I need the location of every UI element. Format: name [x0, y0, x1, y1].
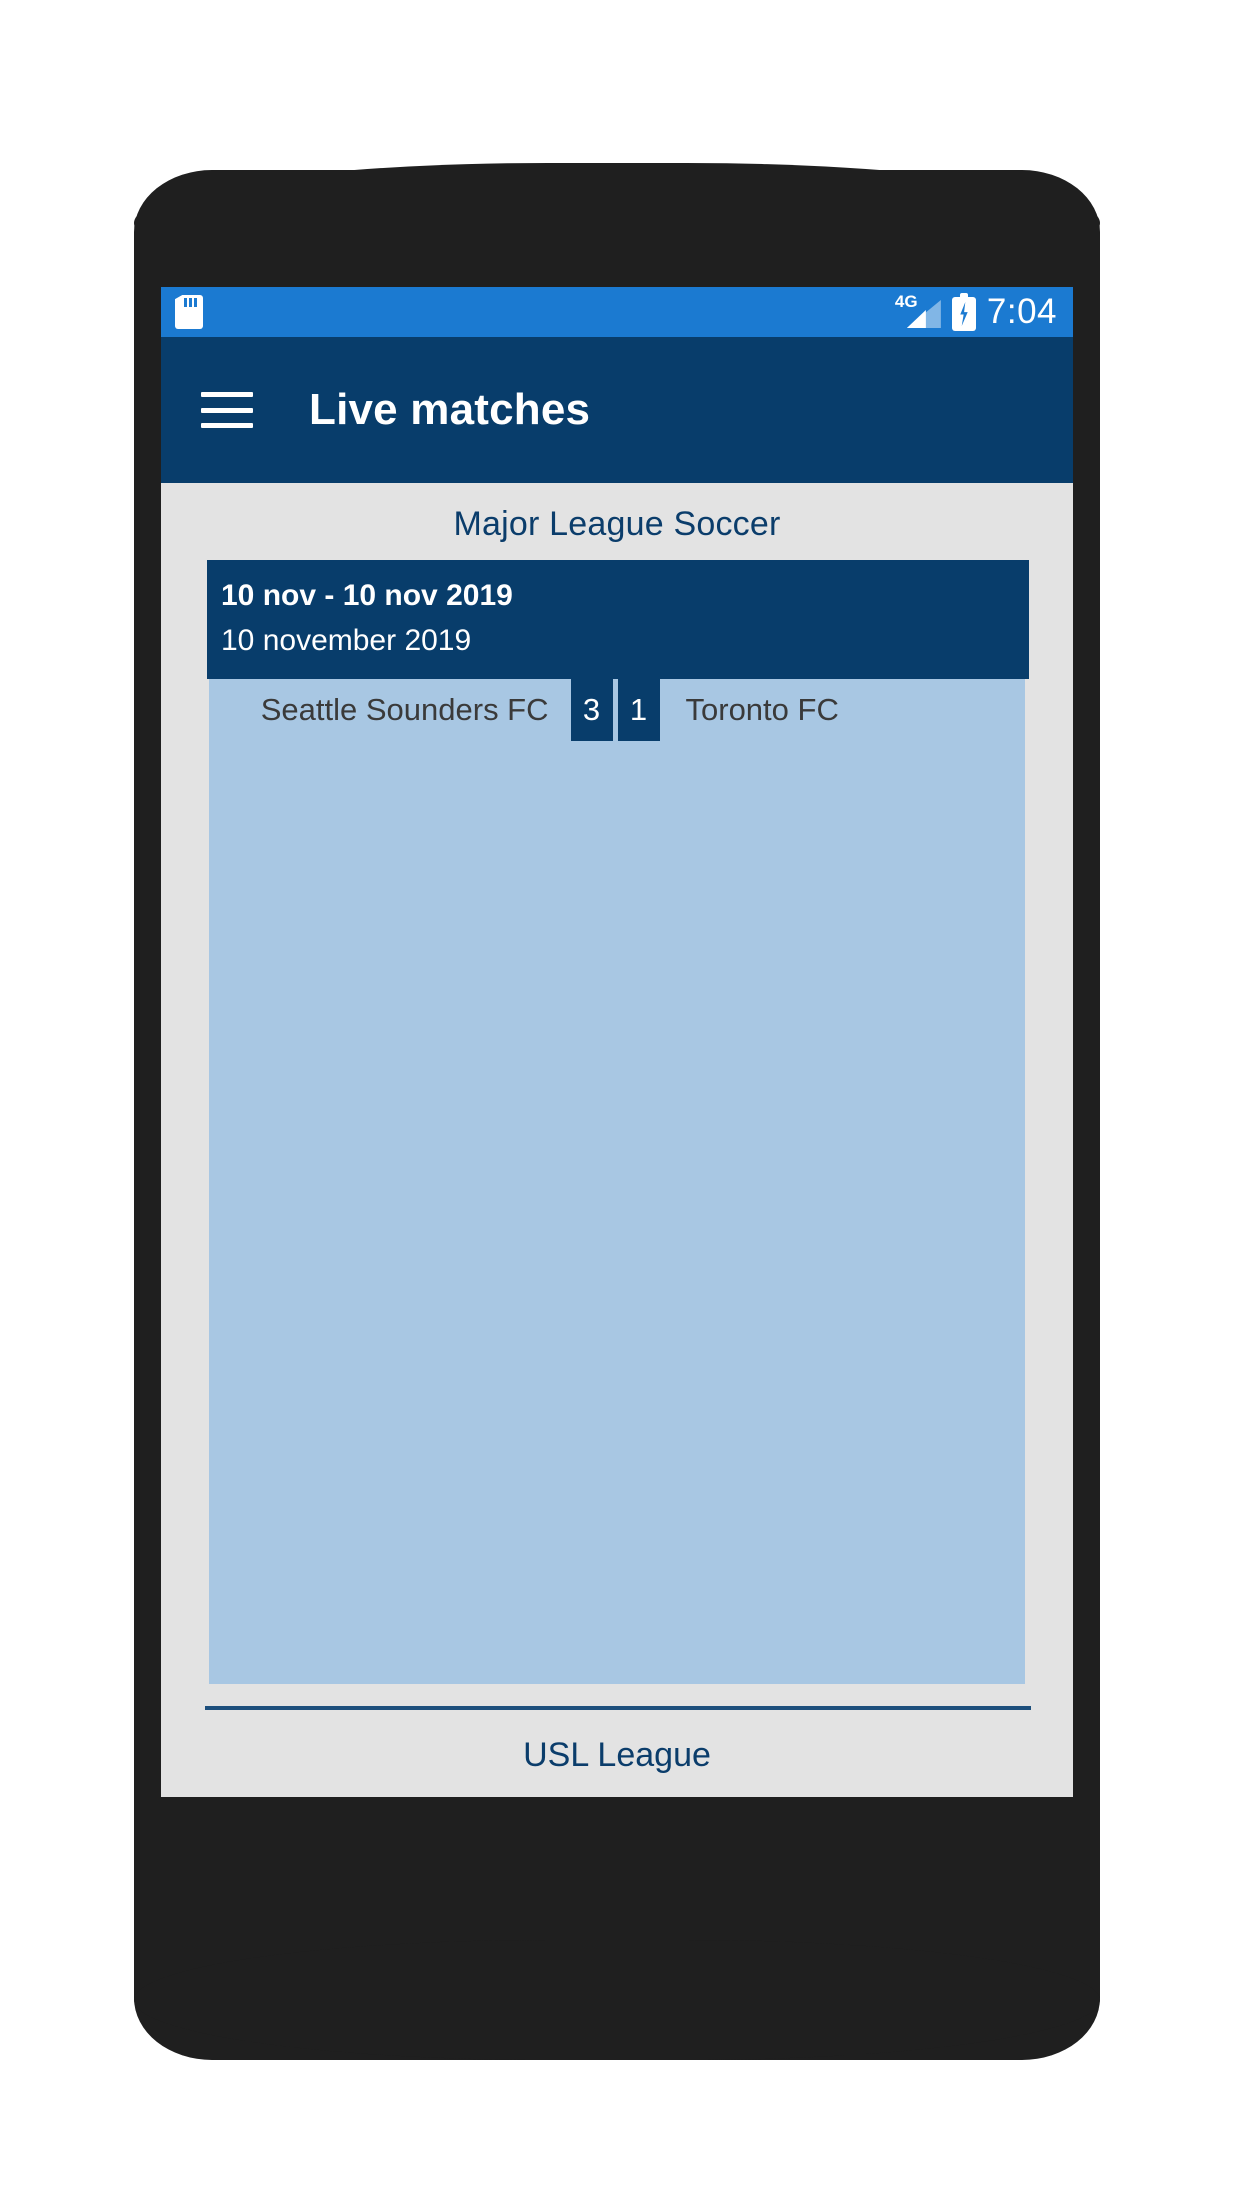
status-bar: 4G 7:04: [161, 287, 1073, 337]
page-title: Live matches: [309, 385, 591, 434]
phone-screen: 4G 7:04 Live matches Major League Soccer: [161, 287, 1073, 1797]
app-bar: Live matches: [161, 337, 1073, 483]
home-team-name: Seattle Sounders FC: [260, 691, 549, 727]
match-group-header: 10 nov - 10 nov 2019 10 november 2019: [207, 560, 1029, 679]
signal-bars-icon: 4G: [895, 293, 941, 330]
away-score: 1: [617, 678, 660, 741]
hamburger-menu-icon[interactable]: [197, 386, 257, 434]
status-bar-indicators: 4G 7:04: [895, 292, 1057, 332]
sdcard-icon: [175, 295, 203, 329]
match-row[interactable]: Seattle Sounders FC 3 1 Toronto FC: [209, 678, 1025, 741]
date-label: 10 november 2019: [221, 623, 472, 657]
match-group-card: 10 nov - 10 nov 2019 10 november 2019 Se…: [207, 560, 1029, 1684]
home-score: 3: [570, 678, 613, 741]
away-team-name: Toronto FC: [685, 691, 839, 727]
battery-charging-icon: [951, 293, 976, 331]
device-frame-bottom: [134, 1940, 1100, 2060]
match-list: Seattle Sounders FC 3 1 Toronto FC: [209, 678, 1025, 1684]
footer-league-heading: USL League: [523, 1736, 711, 1774]
status-bar-clock: 7:04: [986, 292, 1057, 331]
main-content: Major League Soccer 10 nov - 10 nov 2019…: [161, 483, 1073, 1797]
date-range-label: 10 nov - 10 nov 2019: [221, 579, 513, 612]
league-heading: Major League Soccer: [453, 505, 781, 543]
